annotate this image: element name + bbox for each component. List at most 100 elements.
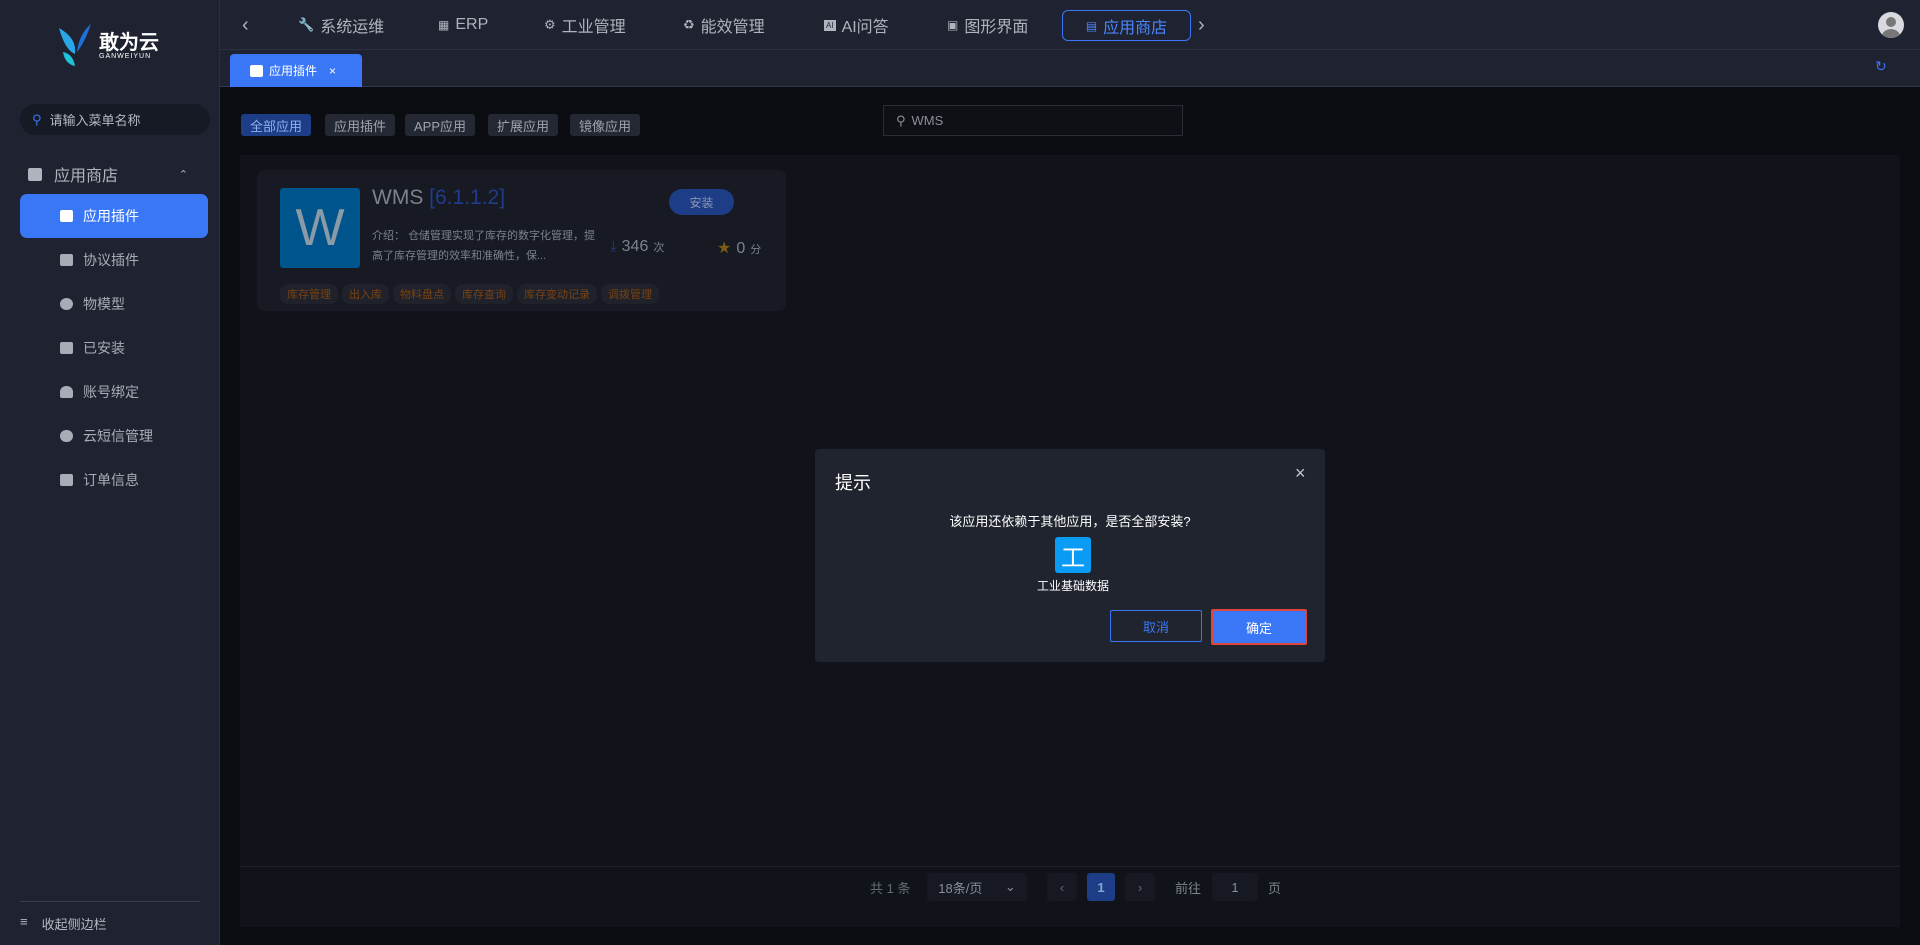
intro-label: 介绍：	[372, 230, 405, 242]
recycle-icon: ♻	[683, 17, 695, 32]
nav-label: 图形界面	[964, 19, 1029, 36]
filter-extension[interactable]: 扩展应用	[488, 114, 559, 136]
refresh-icon[interactable]: ↻	[1875, 58, 1887, 75]
sidebar-item-app-plugins[interactable]: 应用插件	[20, 194, 208, 238]
wrench-icon: 🔧	[298, 17, 315, 32]
item-label: 账号绑定	[83, 384, 139, 400]
chevron-up-icon: ⌃	[178, 168, 188, 181]
nav-energy[interactable]: ♻ 能效管理	[683, 0, 765, 50]
goto-page-input[interactable]: 1	[1212, 873, 1258, 901]
app-card[interactable]: W WMS [6.1.1.2] 安装 介绍： 仓储管理实现了库存的数字化管理，提…	[257, 170, 786, 311]
tag: 出入库	[342, 284, 389, 304]
close-icon[interactable]: ×	[329, 64, 336, 78]
intro-text: 仓储管理实现了库存的数字化管理，提高了库存管理的效率和准确性，保...	[372, 230, 596, 262]
page-unit: 页	[1268, 880, 1282, 896]
collapse-sidebar-button[interactable]: ≡ 收起侧边栏	[20, 914, 107, 933]
score-value: 0	[736, 240, 746, 257]
cloud-icon	[60, 430, 73, 442]
close-icon[interactable]: ×	[1295, 463, 1306, 484]
nav-label: 应用商店	[1103, 19, 1168, 37]
goto-label: 前往	[1175, 880, 1202, 896]
nav-app-store[interactable]: ▤ 应用商店	[1062, 10, 1191, 41]
dialog-message: 该应用还依赖于其他应用，是否全部安装?	[949, 514, 1191, 529]
item-label: 云短信管理	[83, 428, 153, 444]
sidebar-group-app-store[interactable]: 应用商店 ⌃	[28, 160, 208, 188]
tag: 调拨管理	[601, 284, 659, 304]
model-icon	[60, 298, 73, 310]
monitor-icon: ▣	[947, 18, 959, 32]
sidebar-item-orders[interactable]: 订单信息	[20, 458, 208, 502]
app-title: WMS [6.1.1.2]	[372, 186, 505, 210]
app-version: [6.1.1.2]	[429, 186, 506, 209]
brand-name: 敢为云	[99, 31, 159, 54]
next-page-button[interactable]: ›	[1125, 873, 1155, 901]
page-size-select[interactable]: 18条/页 ⌄	[927, 873, 1027, 901]
sidebar-item-cloud-sms[interactable]: 云短信管理	[20, 414, 208, 458]
group-label: 应用商店	[54, 168, 119, 185]
search-icon: ⚲	[32, 111, 42, 127]
ai-icon: AI	[824, 19, 836, 31]
dialog-title: 提示	[835, 473, 871, 493]
sidebar: 敢为云 GANWEIYUN ⚲ 请输入菜单名称 应用商店 ⌃ 应用插件 协议插件 物模…	[0, 0, 220, 945]
nav-label: AI问答	[841, 19, 889, 36]
cubes-icon: ▦	[438, 18, 450, 32]
butterfly-logo-icon	[59, 24, 91, 66]
nav-industrial[interactable]: ⚙ 工业管理	[544, 0, 626, 50]
dependency-app-name: 工业基础数据	[1036, 579, 1109, 593]
nav-label: ERP	[455, 16, 489, 33]
avatar[interactable]	[1878, 12, 1904, 38]
filter-image[interactable]: 镜像应用	[570, 114, 641, 136]
collapse-icon: ≡	[20, 914, 28, 929]
divider	[240, 866, 1900, 867]
nav-label: 能效管理	[700, 19, 765, 36]
confirm-dialog: 提示 × 该应用还依赖于其他应用，是否全部安装? 工 工业基础数据 取消 确定	[815, 449, 1325, 662]
rating: ★ 0 分	[717, 238, 761, 258]
nav-erp[interactable]: ▦ ERP	[438, 0, 488, 50]
downloads-value: 346	[621, 238, 649, 255]
brand-sub: GANWEIYUN	[99, 52, 152, 60]
nav-next-arrow-icon[interactable]: ›	[1198, 0, 1205, 50]
tag-list: 库存管理 出入库 物料盘点 库存查询 库存变动记录 调拨管理	[280, 284, 663, 304]
app-logo: W	[280, 188, 360, 268]
divider	[20, 901, 200, 902]
nav-prev-arrow-icon[interactable]: ‹	[242, 0, 249, 50]
app-search-input[interactable]: ⚲ WMS	[883, 105, 1183, 136]
filter-app[interactable]: APP应用	[405, 114, 476, 136]
menu-search-placeholder: 请输入菜单名称	[49, 113, 141, 128]
sidebar-item-installed[interactable]: 已安装	[20, 326, 208, 370]
tag: 库存查询	[455, 284, 513, 304]
page-size-value: 18条/页	[938, 880, 983, 896]
filter-all[interactable]: 全部应用	[241, 114, 312, 136]
filter-app-plugins[interactable]: 应用插件	[325, 114, 396, 136]
prev-page-button[interactable]: ‹	[1047, 873, 1077, 901]
cancel-button[interactable]: 取消	[1110, 610, 1202, 642]
logo: 敢为云 GANWEIYUN	[55, 24, 159, 68]
sidebar-item-thing-model[interactable]: 物模型	[20, 282, 208, 326]
user-icon	[60, 386, 73, 398]
nav-graphics[interactable]: ▣ 图形界面	[947, 0, 1028, 50]
home-icon	[250, 64, 263, 77]
item-label: 订单信息	[83, 472, 139, 488]
pagination-total: 共 1 条	[870, 880, 911, 896]
tag: 库存管理	[280, 284, 338, 304]
download-count: ⤓ 346 次	[610, 238, 664, 256]
gear-icon: ⚙	[544, 17, 556, 32]
nav-system-ops[interactable]: 🔧 系统运维	[298, 0, 384, 50]
menu-search-input[interactable]: ⚲ 请输入菜单名称	[20, 104, 210, 135]
tab-bar: 应用插件 × ↻	[220, 50, 1920, 87]
item-label: 协议插件	[83, 252, 139, 268]
tab-app-plugins[interactable]: 应用插件 ×	[230, 54, 362, 87]
item-label: 已安装	[83, 340, 125, 356]
install-button[interactable]: 安装	[669, 189, 734, 215]
nav-ai-qa[interactable]: AI AI问答	[824, 0, 889, 50]
confirm-button[interactable]: 确定	[1211, 609, 1307, 645]
score-unit: 分	[750, 244, 762, 256]
page-1[interactable]: 1	[1087, 873, 1115, 901]
sidebar-item-account-binding[interactable]: 账号绑定	[20, 370, 208, 414]
sidebar-item-protocol-plugins[interactable]: 协议插件	[20, 238, 208, 282]
app-name: WMS	[372, 186, 424, 209]
chevron-down-icon: ⌄	[1004, 879, 1016, 894]
installed-icon	[60, 342, 73, 354]
clipboard-icon	[60, 474, 73, 486]
plugin-icon	[60, 254, 73, 266]
